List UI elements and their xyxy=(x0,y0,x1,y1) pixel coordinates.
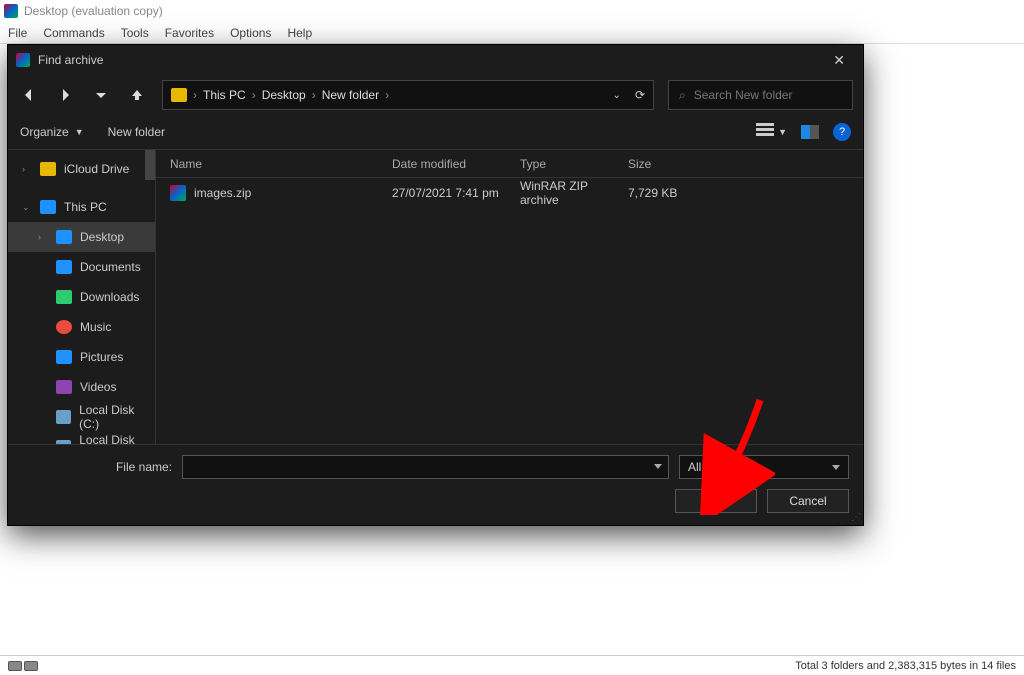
chevron-right-icon: › xyxy=(385,88,389,102)
parent-titlebar: Desktop (evaluation copy) xyxy=(0,0,1024,22)
sidebar-item-disk-c[interactable]: Local Disk (C:) xyxy=(8,402,155,432)
col-date[interactable]: Date modified xyxy=(392,157,520,171)
crumb-newfolder[interactable]: New folder xyxy=(322,88,379,102)
back-button[interactable] xyxy=(18,84,40,106)
search-icon: ⌕ xyxy=(679,88,686,103)
winrar-icon xyxy=(4,4,18,18)
col-type[interactable]: Type xyxy=(520,157,628,171)
sidebar-item-thispc[interactable]: ⌄This PC xyxy=(8,192,155,222)
chevron-right-icon: › xyxy=(193,88,197,102)
refresh-icon[interactable]: ⟳ xyxy=(635,88,645,102)
sidebar-item-pictures[interactable]: Pictures xyxy=(8,342,155,372)
filetype-filter[interactable]: All archives xyxy=(679,455,849,479)
nav-row: › This PC › Desktop › New folder › ⌄ ⟳ ⌕… xyxy=(8,75,863,115)
sidebar-item-videos[interactable]: Videos xyxy=(8,372,155,402)
chevron-down-icon: ▼ xyxy=(75,127,84,137)
sidebar: ›iCloud Drive ⌄This PC ›Desktop Document… xyxy=(8,150,156,444)
chevron-right-icon: › xyxy=(22,164,32,174)
pc-icon xyxy=(40,200,56,214)
sidebar-item-desktop[interactable]: ›Desktop xyxy=(8,222,155,252)
parent-title-text: Desktop (evaluation copy) xyxy=(24,4,163,18)
sidebar-item-music[interactable]: Music xyxy=(8,312,155,342)
hdd-icon xyxy=(24,661,38,671)
toolbar: Organize ▼ New folder ▼ ? xyxy=(8,115,863,149)
chevron-right-icon: › xyxy=(252,88,256,102)
find-archive-dialog: Find archive ✕ › This PC › Desktop › New… xyxy=(8,45,863,525)
open-button[interactable]: Open xyxy=(675,489,757,513)
view-dropdown[interactable]: ▼ xyxy=(756,123,787,141)
forward-button[interactable] xyxy=(54,84,76,106)
crumb-this-pc[interactable]: This PC xyxy=(203,88,246,102)
status-text: Total 3 folders and 2,383,315 bytes in 1… xyxy=(795,660,1016,672)
sidebar-item-downloads[interactable]: Downloads xyxy=(8,282,155,312)
filename-input[interactable] xyxy=(182,455,669,479)
organize-button[interactable]: Organize ▼ xyxy=(20,125,84,139)
folder-icon xyxy=(40,162,56,176)
crumb-desktop[interactable]: Desktop xyxy=(262,88,306,102)
folder-icon xyxy=(171,88,187,102)
sidebar-item-icloud[interactable]: ›iCloud Drive xyxy=(8,154,155,184)
sidebar-item-documents[interactable]: Documents xyxy=(8,252,155,282)
col-size[interactable]: Size xyxy=(628,157,863,171)
preview-pane-button[interactable] xyxy=(801,125,819,139)
documents-icon xyxy=(56,260,72,274)
list-view-icon xyxy=(756,123,774,141)
filename-label: File name: xyxy=(22,460,172,474)
column-headers: Name Date modified Type Size xyxy=(156,150,863,178)
file-row[interactable]: images.zip 27/07/2021 7:41 pm WinRAR ZIP… xyxy=(156,178,863,208)
menu-help[interactable]: Help xyxy=(287,26,312,40)
dialog-title: Find archive xyxy=(38,53,103,67)
chevron-right-icon: › xyxy=(38,232,48,242)
menu-favorites[interactable]: Favorites xyxy=(165,26,214,40)
desktop-icon xyxy=(56,230,72,244)
col-name[interactable]: Name xyxy=(170,157,392,171)
cancel-button[interactable]: Cancel xyxy=(767,489,849,513)
menu-tools[interactable]: Tools xyxy=(121,26,149,40)
chevron-right-icon: › xyxy=(312,88,316,102)
help-button[interactable]: ? xyxy=(833,123,851,141)
disk-icon xyxy=(56,410,71,424)
chevron-down-icon: ▼ xyxy=(778,127,787,137)
menu-options[interactable]: Options xyxy=(230,26,271,40)
newfolder-button[interactable]: New folder xyxy=(108,125,165,139)
music-icon xyxy=(56,320,72,334)
search-input[interactable]: ⌕ Search New folder xyxy=(668,80,853,110)
file-list: Name Date modified Type Size images.zip … xyxy=(156,150,863,444)
menu-file[interactable]: File xyxy=(8,26,27,40)
chevron-down-icon: ⌄ xyxy=(22,202,32,213)
videos-icon xyxy=(56,380,72,394)
address-dropdown-icon[interactable]: ⌄ xyxy=(613,90,621,101)
parent-menubar: File Commands Tools Favorites Options He… xyxy=(0,22,1024,44)
winrar-icon xyxy=(16,53,30,67)
archive-icon xyxy=(170,185,186,201)
downloads-icon xyxy=(56,290,72,304)
pictures-icon xyxy=(56,350,72,364)
recent-dropdown[interactable] xyxy=(90,84,112,106)
menu-commands[interactable]: Commands xyxy=(43,26,104,40)
dialog-footer: File name: All archives Open Cancel ⋰ xyxy=(8,444,863,525)
up-button[interactable] xyxy=(126,84,148,106)
hdd-icon xyxy=(8,661,22,671)
search-placeholder: Search New folder xyxy=(694,88,793,102)
dialog-titlebar: Find archive ✕ xyxy=(8,45,863,75)
resize-grip[interactable]: ⋰ xyxy=(851,512,861,523)
sidebar-item-disk-e[interactable]: Local Disk (E:) xyxy=(8,432,155,444)
close-button[interactable]: ✕ xyxy=(825,48,853,73)
address-bar[interactable]: › This PC › Desktop › New folder › ⌄ ⟳ xyxy=(162,80,654,110)
status-bar: Total 3 folders and 2,383,315 bytes in 1… xyxy=(0,655,1024,675)
disk-icons xyxy=(8,661,38,671)
